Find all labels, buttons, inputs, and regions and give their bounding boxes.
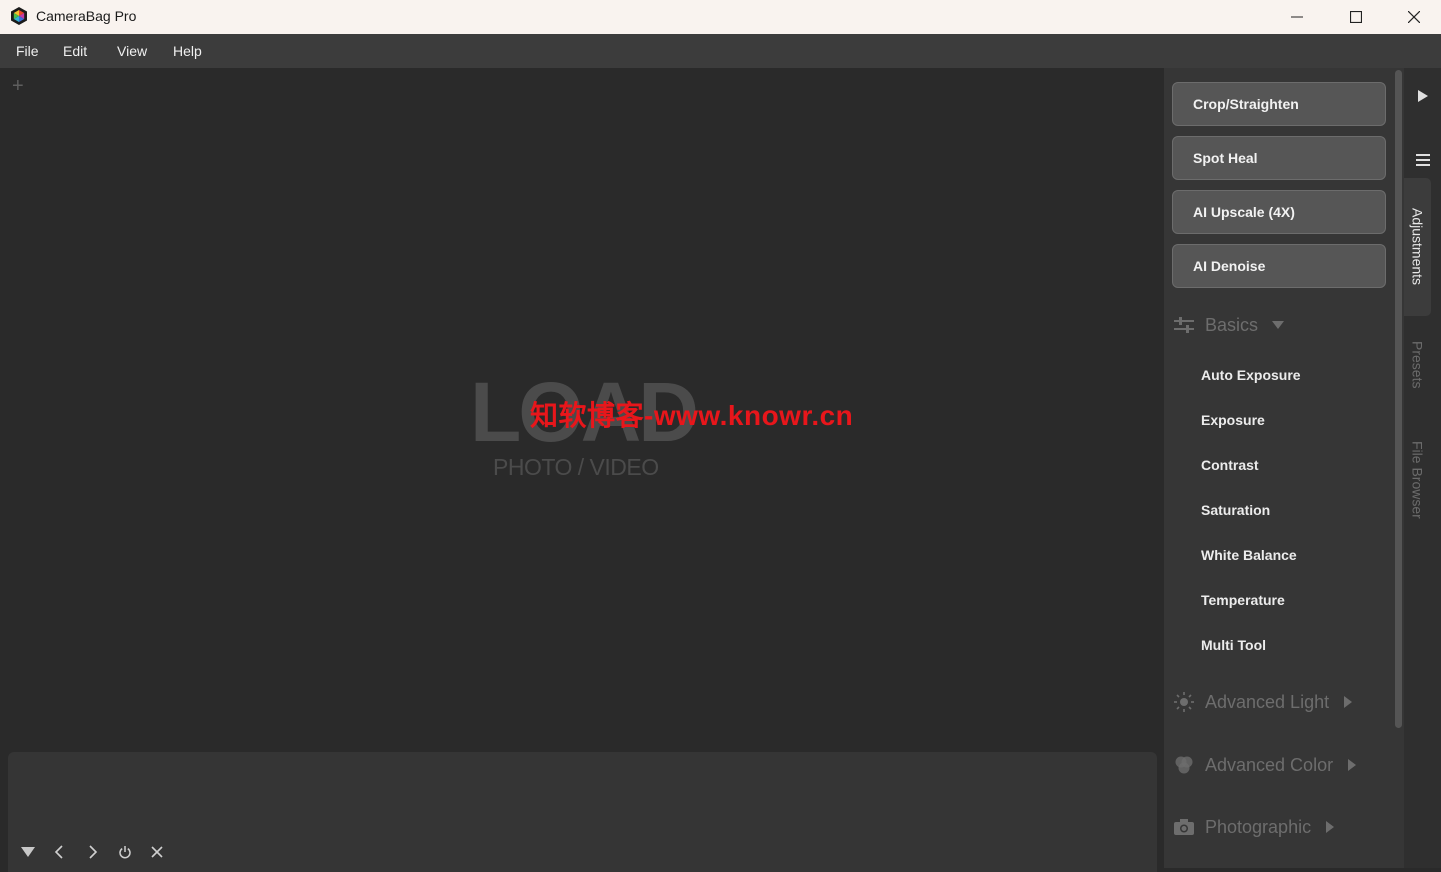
maximize-button[interactable] — [1327, 0, 1385, 34]
play-icon — [1417, 90, 1428, 102]
maximize-icon — [1350, 11, 1362, 23]
toggle-panel-button[interactable] — [1404, 86, 1441, 106]
tab-label: Presets — [1409, 341, 1426, 389]
adj-saturation[interactable]: Saturation — [1201, 502, 1270, 518]
menu-file[interactable]: File — [16, 43, 39, 59]
ai-denoise-button[interactable]: AI Denoise — [1172, 244, 1386, 288]
collapse-button[interactable] — [18, 842, 38, 862]
spot-heal-button[interactable]: Spot Heal — [1172, 136, 1386, 180]
plus-icon[interactable]: + — [12, 76, 24, 96]
section-label: Photographic — [1205, 816, 1312, 837]
adj-temperature[interactable]: Temperature — [1201, 592, 1285, 608]
tab-label: File Browser — [1409, 441, 1426, 519]
camera-icon — [1174, 817, 1194, 837]
section-basics[interactable]: Basics — [1174, 312, 1285, 338]
minimize-button[interactable] — [1268, 0, 1326, 34]
previous-button[interactable] — [49, 842, 69, 862]
app-logo-icon — [11, 7, 27, 25]
menu-view[interactable]: View — [117, 43, 147, 59]
chevron-right-icon — [1344, 696, 1353, 708]
adj-auto-exposure[interactable]: Auto Exposure — [1201, 367, 1301, 383]
section-label: Advanced Light — [1205, 691, 1330, 712]
tab-label: Adjustments — [1409, 208, 1426, 286]
panel-menu-button[interactable] — [1404, 150, 1441, 170]
image-canvas[interactable]: + LOAD PHOTO / VIDEO 知软博客-www.knowr.cn — [0, 68, 1164, 872]
adj-multi-tool[interactable]: Multi Tool — [1201, 637, 1266, 653]
tab-presets[interactable]: Presets — [1404, 330, 1431, 400]
clear-button[interactable] — [147, 842, 167, 862]
crop-straighten-button[interactable]: Crop/Straighten — [1172, 82, 1386, 126]
menu-help[interactable]: Help — [173, 43, 202, 59]
watermark-text: 知软博客-www.knowr.cn — [530, 400, 854, 431]
panel-scrollbar[interactable] — [1394, 68, 1404, 868]
close-button[interactable] — [1385, 0, 1441, 34]
section-label: Basics — [1205, 314, 1259, 335]
menu-edit[interactable]: Edit — [63, 43, 87, 59]
adj-white-balance[interactable]: White Balance — [1201, 547, 1297, 563]
section-advanced-color[interactable]: Advanced Color — [1174, 752, 1357, 778]
sliders-icon — [1174, 315, 1194, 335]
section-label: Advanced Color — [1205, 754, 1334, 775]
chevron-right-icon — [1326, 821, 1335, 833]
chevron-right-icon — [1348, 759, 1357, 771]
load-subtitle[interactable]: PHOTO / VIDEO — [493, 454, 659, 481]
title-bar: CameraBag Pro — [0, 0, 1441, 34]
scroll-thumb[interactable] — [1395, 70, 1402, 728]
close-icon — [1408, 11, 1420, 23]
next-button[interactable] — [83, 842, 103, 862]
side-tab-strip: Adjustments Presets File Browser — [1404, 68, 1441, 868]
adjustments-panel: Crop/Straighten Spot Heal AI Upscale (4X… — [1164, 68, 1404, 868]
tab-adjustments[interactable]: Adjustments — [1404, 178, 1431, 316]
ai-upscale-button[interactable]: AI Upscale (4X) — [1172, 190, 1386, 234]
section-advanced-light[interactable]: Advanced Light — [1174, 689, 1353, 715]
hamburger-icon — [1415, 154, 1430, 166]
close-icon — [151, 846, 163, 858]
window-title: CameraBag Pro — [36, 8, 137, 24]
adj-exposure[interactable]: Exposure — [1201, 412, 1265, 428]
adj-contrast[interactable]: Contrast — [1201, 457, 1259, 473]
power-icon — [119, 846, 131, 859]
menu-bar: File Edit View Help — [0, 34, 1441, 68]
next-icon — [89, 845, 98, 859]
power-button[interactable] — [115, 842, 135, 862]
tab-file-browser[interactable]: File Browser — [1404, 430, 1431, 530]
section-photographic[interactable]: Photographic — [1174, 814, 1335, 840]
filmstrip — [8, 752, 1157, 872]
sun-icon — [1174, 692, 1194, 712]
previous-icon — [54, 845, 63, 859]
color-circles-icon — [1174, 755, 1194, 775]
minimize-icon — [1291, 16, 1303, 18]
chevron-down-icon — [1272, 321, 1285, 329]
collapse-down-icon — [21, 847, 35, 857]
